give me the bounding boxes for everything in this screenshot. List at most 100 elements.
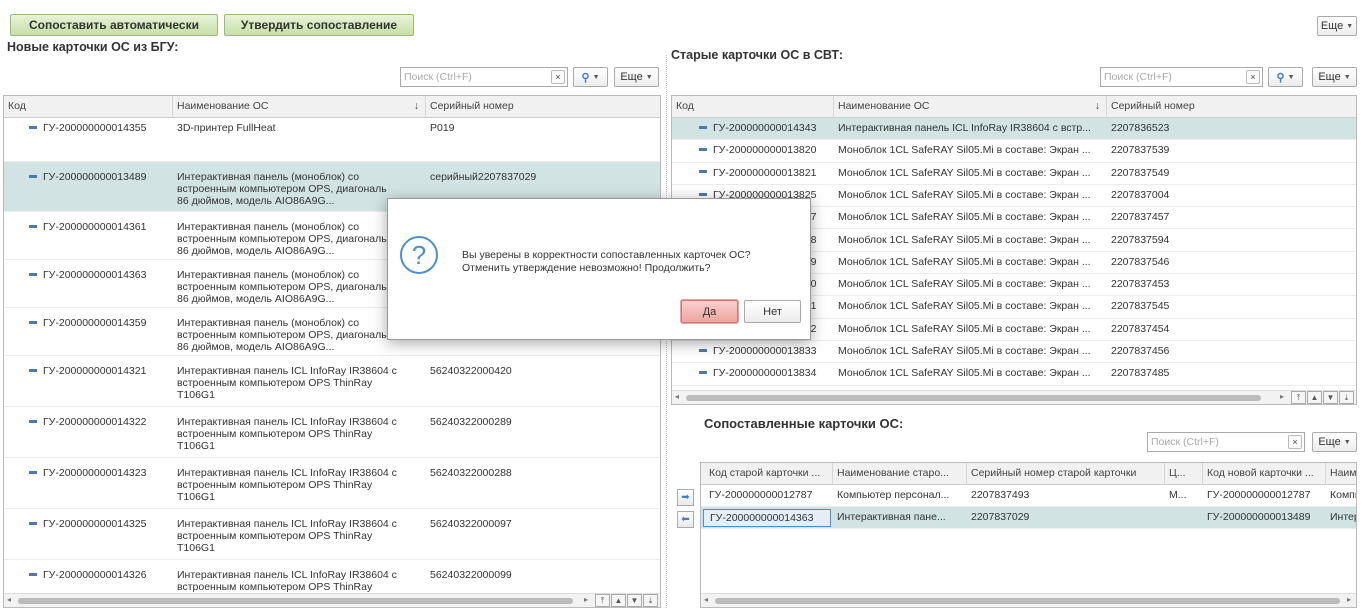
table-row[interactable]: ГУ-200000000014326 Интерактивная панель … <box>4 560 660 595</box>
chevron-down-icon: ▼ <box>645 73 653 81</box>
search-icon: ⚲ <box>581 71 590 84</box>
table-row[interactable]: ГУ-200000000014325 Интерактивная панель … <box>4 509 660 560</box>
column-header-code[interactable]: Код <box>4 96 173 118</box>
table-row[interactable]: ГУ-200000000013834 Моноблок 1CL SafeRAY S… <box>672 363 1356 386</box>
row-marker-icon <box>699 125 707 129</box>
search-placeholder: Поиск (Ctrl+F) <box>1104 71 1172 83</box>
yes-button[interactable]: Да <box>681 300 738 323</box>
column-header-old-name[interactable]: Наименование старо... <box>833 463 967 485</box>
column-header-old-serial[interactable]: Серийный номер старой карточки <box>967 463 1165 485</box>
right-more-button[interactable]: Еще ▼ <box>1312 67 1357 87</box>
column-header-name[interactable]: Наименование ОС ↓ <box>834 96 1107 118</box>
table-row[interactable]: ГУ-200000000014321 Интерактивная панель … <box>4 356 660 407</box>
scroll-down-button[interactable]: ▼ <box>1323 391 1338 404</box>
row-code: ГУ-200000000014322 <box>29 416 169 428</box>
row-code: ГУ-200000000014326 <box>29 569 169 581</box>
table-row[interactable]: ГУ-200000000013821 Моноблок 1CL SafeRAY S… <box>672 163 1356 185</box>
no-button[interactable]: Нет <box>744 300 801 323</box>
chevron-down-icon: ▼ <box>1287 73 1295 81</box>
row-old-code: ГУ-200000000012787 <box>709 489 813 501</box>
scroll-up-button[interactable]: ▲ <box>1307 391 1322 404</box>
scrollbar-thumb[interactable] <box>18 598 573 604</box>
clear-icon[interactable]: × <box>1246 70 1260 84</box>
column-header-code[interactable]: Код <box>672 96 834 118</box>
scroll-left-icon[interactable]: ◂ <box>675 392 679 401</box>
row-marker-icon <box>699 192 707 196</box>
arrow-left-icon: ⬅ <box>681 514 690 525</box>
horizontal-scrollbar[interactable]: ◂ ▸ <box>672 390 1356 404</box>
row-serial: 2207837456 <box>1111 345 1170 357</box>
table-row[interactable]: ГУ-200000000014355 3D-принтер FullHeat P… <box>4 118 660 162</box>
row-marker-icon <box>29 174 37 178</box>
row-serial: 2207837539 <box>1111 144 1170 157</box>
table-row[interactable]: ГУ-200000000012787 Компьютер персонал...… <box>701 485 1356 507</box>
row-name: Интерактивная панель ICL InfoRay IR38604… <box>177 518 397 554</box>
horizontal-scrollbar[interactable]: ◂ ▸ <box>4 593 660 607</box>
scroll-last-button[interactable]: ⤓ <box>643 594 658 607</box>
right-search-input[interactable]: Поиск (Ctrl+F) × <box>1100 67 1263 87</box>
move-left-button[interactable]: ⬅ <box>677 511 694 528</box>
more-menu-button[interactable]: Еще ▼ <box>1317 16 1357 36</box>
row-code: ГУ-200000000014363 <box>29 269 169 281</box>
scroll-right-icon[interactable]: ▸ <box>584 595 588 604</box>
column-header-c[interactable]: Ц... <box>1165 463 1203 485</box>
scroll-up-button[interactable]: ▲ <box>611 594 626 607</box>
table-row[interactable]: ГУ-200000000013833 Моноблок 1CL SafeRAY S… <box>672 341 1356 364</box>
table-row[interactable]: ГУ-200000000014322 Интерактивная панель … <box>4 407 660 458</box>
row-code: ГУ-200000000014355 <box>29 122 169 134</box>
row-serial: 2207836523 <box>1111 122 1170 134</box>
auto-match-button[interactable]: Сопоставить автоматически <box>10 14 218 36</box>
column-header-new-code[interactable]: Код новой карточки ... <box>1203 463 1326 485</box>
row-old-name: Интерактивная пане... <box>837 511 946 523</box>
scrollbar-thumb[interactable] <box>715 598 1340 604</box>
column-header-new-name[interactable]: Наим <box>1326 463 1356 485</box>
right-search-button[interactable]: ⚲ ▼ <box>1268 67 1303 87</box>
row-name: Моноблок 1CL SafeRAY Sil05.Mi в составе:… <box>838 255 1091 268</box>
row-serial: 2207837453 <box>1111 278 1170 291</box>
confirm-match-button[interactable]: Утвердить сопоставление <box>224 14 414 36</box>
row-name: Моноблок 1CL SafeRAY Sil05.Mi в составе:… <box>838 233 1091 246</box>
left-more-button[interactable]: Еще ▼ <box>614 67 659 87</box>
column-header-serial[interactable]: Серийный номер <box>426 96 660 118</box>
clear-icon[interactable]: × <box>1288 435 1302 449</box>
chevron-down-icon: ▼ <box>592 73 600 81</box>
row-serial: 56240322000289 <box>430 416 512 428</box>
more-label: Еще <box>1318 436 1341 448</box>
table-row[interactable]: ГУ-200000000013820 Моноблок 1CL SafeRAY S… <box>672 140 1356 163</box>
scroll-left-icon[interactable]: ◂ <box>7 595 11 604</box>
left-search-button[interactable]: ⚲ ▼ <box>573 67 608 87</box>
move-right-button[interactable]: ➡ <box>677 489 694 506</box>
table-row[interactable]: ГУ-200000000014343 Интерактивная панель I… <box>672 118 1356 141</box>
scroll-first-button[interactable]: ⤒ <box>595 594 610 607</box>
scroll-left-icon[interactable]: ◂ <box>704 595 708 604</box>
table-row[interactable]: ГУ-200000000014323 Интерактивная панель … <box>4 458 660 509</box>
row-code: ГУ-200000000014325 <box>29 518 169 530</box>
row-old-code: ГУ-200000000014363 <box>703 509 831 527</box>
row-marker-icon <box>699 348 707 352</box>
row-serial: 2207837594 <box>1111 233 1170 246</box>
scroll-right-icon[interactable]: ▸ <box>1280 392 1284 401</box>
scroll-right-icon[interactable]: ▸ <box>1347 595 1351 604</box>
row-name: Моноблок 1CL SafeRAY Sil05.Mi в составе:… <box>838 322 1091 335</box>
left-search-input[interactable]: Поиск (Ctrl+F) × <box>400 67 568 87</box>
matched-search-input[interactable]: Поиск (Ctrl+F) × <box>1147 432 1305 452</box>
row-new-code: ГУ-200000000013489 <box>1207 511 1311 523</box>
row-marker-icon <box>699 371 707 375</box>
row-old-serial: 2207837493 <box>971 489 1030 501</box>
table-header: Код старой карточки ... Наименование ста… <box>701 463 1356 485</box>
matched-more-button[interactable]: Еще ▼ <box>1312 432 1357 452</box>
table-row[interactable]: ГУ-200000000014363 Интерактивная пане...… <box>701 507 1356 529</box>
scroll-last-button[interactable]: ⤓ <box>1339 391 1354 404</box>
column-header-old-code[interactable]: Код старой карточки ... <box>701 463 833 485</box>
clear-icon[interactable]: × <box>551 70 565 84</box>
column-header-name[interactable]: Наименование ОС ↓ <box>173 96 426 118</box>
scroll-first-button[interactable]: ⤒ <box>1291 391 1306 404</box>
row-code: ГУ-200000000013833 <box>699 345 831 357</box>
row-c: М... <box>1169 489 1187 501</box>
scrollbar-thumb[interactable] <box>686 395 1261 401</box>
row-name: Интерактивная панель ICL InfoRay IR38604… <box>177 416 397 452</box>
column-header-label: Наименование ОС <box>838 100 930 112</box>
scroll-down-button[interactable]: ▼ <box>627 594 642 607</box>
column-header-serial[interactable]: Серийный номер <box>1107 96 1356 118</box>
horizontal-scrollbar[interactable]: ◂ ▸ <box>701 593 1356 607</box>
